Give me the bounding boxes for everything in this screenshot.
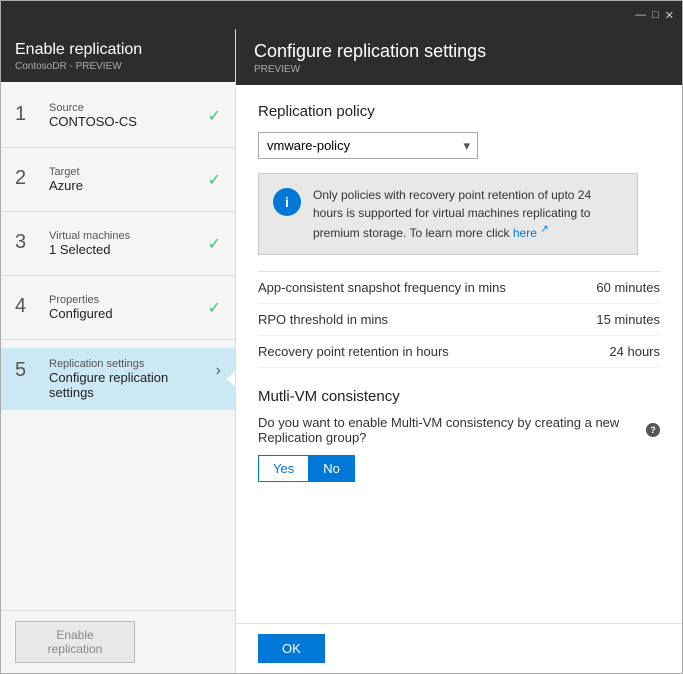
step-value-2: Azure bbox=[49, 178, 208, 193]
info-icon: i bbox=[273, 188, 301, 216]
step-info-4: PropertiesConfigured bbox=[43, 294, 208, 321]
consistency-question-text: Do you want to enable Multi-VM consisten… bbox=[258, 415, 642, 445]
settings-value-1: 60 minutes bbox=[596, 280, 660, 295]
step-divider bbox=[1, 147, 235, 148]
title-bar-controls: — □ ✕ bbox=[635, 9, 674, 22]
step-number-5: 5 bbox=[15, 360, 43, 380]
step-label-3: Virtual machines bbox=[49, 230, 208, 242]
left-panel-subtitle: ContosoDR - PREVIEW bbox=[15, 61, 221, 72]
enable-replication-button[interactable]: Enable replication bbox=[15, 621, 135, 663]
learn-more-link[interactable]: here bbox=[513, 226, 537, 240]
step-label-1: Source bbox=[49, 102, 208, 114]
step-divider bbox=[1, 211, 235, 212]
step-number-3: 3 bbox=[15, 232, 43, 252]
step-check-icon-2: ✓ bbox=[208, 170, 221, 190]
step-value-5: Configure replication settings bbox=[49, 370, 216, 400]
steps-list: 1SourceCONTOSO-CS✓2TargetAzure✓3Virtual … bbox=[1, 82, 235, 610]
step-item-5[interactable]: 5Replication settingsConfigure replicati… bbox=[1, 348, 235, 410]
close-icon[interactable]: ✕ bbox=[665, 9, 674, 22]
maximize-icon[interactable]: □ bbox=[652, 9, 659, 22]
step-label-5: Replication settings bbox=[49, 358, 216, 370]
settings-row-3: Recovery point retention in hours 24 hou… bbox=[258, 336, 660, 368]
step-label-2: Target bbox=[49, 166, 208, 178]
left-panel-title: Enable replication bbox=[15, 41, 221, 59]
info-text: Only policies with recovery point retent… bbox=[313, 186, 623, 242]
title-bar: — □ ✕ bbox=[1, 1, 682, 29]
step-value-4: Configured bbox=[49, 306, 208, 321]
step-item-4[interactable]: 4PropertiesConfigured✓ bbox=[1, 284, 235, 331]
dropdown-wrapper: vmware-policy ▾ bbox=[258, 132, 478, 159]
step-number-2: 2 bbox=[15, 168, 43, 188]
left-panel: Enable replication ContosoDR - PREVIEW 1… bbox=[1, 29, 236, 673]
right-content: Replication policy vmware-policy ▾ i Onl… bbox=[236, 85, 682, 623]
settings-table: App-consistent snapshot frequency in min… bbox=[258, 271, 660, 368]
content-area: Enable replication ContosoDR - PREVIEW 1… bbox=[1, 29, 682, 673]
settings-label-2: RPO threshold in mins bbox=[258, 312, 388, 327]
settings-value-2: 15 minutes bbox=[596, 312, 660, 327]
step-info-1: SourceCONTOSO-CS bbox=[43, 102, 208, 129]
step-info-3: Virtual machines1 Selected bbox=[43, 230, 208, 257]
replication-policy-select[interactable]: vmware-policy bbox=[258, 132, 478, 159]
step-info-5: Replication settingsConfigure replicatio… bbox=[43, 358, 216, 400]
step-item-2[interactable]: 2TargetAzure✓ bbox=[1, 156, 235, 203]
external-link-icon: ↗ bbox=[540, 224, 548, 235]
minimize-icon[interactable]: — bbox=[635, 9, 646, 22]
settings-label-3: Recovery point retention in hours bbox=[258, 344, 449, 359]
step-label-4: Properties bbox=[49, 294, 208, 306]
dropdown-container: vmware-policy ▾ bbox=[258, 132, 660, 159]
consistency-section: Mutli-VM consistency Do you want to enab… bbox=[258, 388, 660, 482]
step-item-1[interactable]: 1SourceCONTOSO-CS✓ bbox=[1, 92, 235, 139]
consistency-title: Mutli-VM consistency bbox=[258, 388, 660, 405]
right-footer: OK bbox=[236, 623, 682, 673]
preview-tag: PREVIEW bbox=[254, 64, 664, 75]
step-value-3: 1 Selected bbox=[49, 242, 208, 257]
step-divider bbox=[1, 339, 235, 340]
step-check-icon-3: ✓ bbox=[208, 234, 221, 254]
yes-button[interactable]: Yes bbox=[258, 455, 308, 482]
replication-policy-title: Replication policy bbox=[258, 103, 660, 120]
help-icon[interactable]: ? bbox=[646, 423, 660, 437]
step-number-1: 1 bbox=[15, 104, 43, 124]
step-number-4: 4 bbox=[15, 296, 43, 316]
consistency-question: Do you want to enable Multi-VM consisten… bbox=[258, 415, 660, 445]
right-panel: Configure replication settings PREVIEW R… bbox=[236, 29, 682, 673]
left-header: Enable replication ContosoDR - PREVIEW bbox=[1, 29, 235, 82]
settings-label-1: App-consistent snapshot frequency in min… bbox=[258, 280, 506, 295]
step-value-1: CONTOSO-CS bbox=[49, 114, 208, 129]
toggle-group: Yes No bbox=[258, 455, 660, 482]
step-check-icon-1: ✓ bbox=[208, 106, 221, 126]
no-button[interactable]: No bbox=[308, 455, 355, 482]
step-check-icon-4: ✓ bbox=[208, 298, 221, 318]
settings-value-3: 24 hours bbox=[609, 344, 660, 359]
step-arrow-icon-5: › bbox=[216, 362, 221, 380]
right-header: Configure replication settings PREVIEW bbox=[236, 29, 682, 85]
right-panel-title: Configure replication settings bbox=[254, 41, 664, 62]
ok-button[interactable]: OK bbox=[258, 634, 325, 663]
settings-row-2: RPO threshold in mins 15 minutes bbox=[258, 304, 660, 336]
info-box: i Only policies with recovery point rete… bbox=[258, 173, 638, 255]
step-info-2: TargetAzure bbox=[43, 166, 208, 193]
settings-row-1: App-consistent snapshot frequency in min… bbox=[258, 272, 660, 304]
step-divider bbox=[1, 275, 235, 276]
left-footer: Enable replication bbox=[1, 610, 235, 673]
step-item-3[interactable]: 3Virtual machines1 Selected✓ bbox=[1, 220, 235, 267]
main-window: — □ ✕ Enable replication ContosoDR - PRE… bbox=[0, 0, 683, 674]
